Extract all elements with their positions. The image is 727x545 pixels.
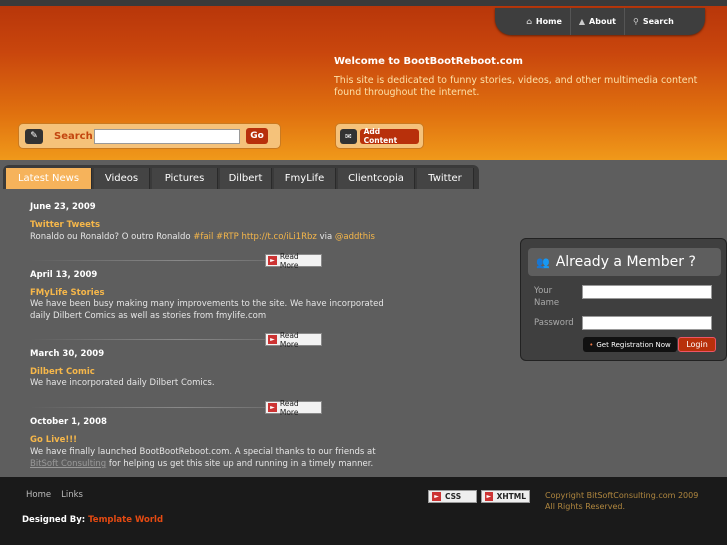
arrow-icon: ► [485,492,493,501]
search-input[interactable] [94,128,240,144]
footer-link-home[interactable]: Home [26,490,51,500]
css-badge[interactable]: ► CSS [428,490,477,503]
arrow-icon: ► [268,403,277,412]
welcome-text: This site is dedicated to funny stories,… [334,75,698,98]
bullet-icon: • [589,340,594,349]
tab-latest-news[interactable]: Latest News [6,168,92,189]
footer-link-links[interactable]: Links [61,490,83,500]
top-navigation: ⌂ Home ▲ About ⚲ Search [495,8,705,35]
member-header: 👥 Already a Member ? [528,248,721,276]
search-box: ✎ Search Go [18,123,281,149]
tab-clientcopia[interactable]: Clientcopia [338,168,415,189]
news-text: Ronaldo ou Ronaldo? O outro Ronaldo #fai… [30,232,375,242]
news-date: June 23, 2009 [30,202,96,212]
search-go-button[interactable]: Go [246,128,268,144]
read-more-button[interactable]: ► Read More [265,399,322,417]
tab-dilbert[interactable]: Dilbert [220,168,272,189]
search-icon: ✎ [25,128,43,144]
password-field[interactable] [582,316,712,330]
arrow-icon: ► [268,335,277,344]
welcome-title: Welcome to BootBootReboot.com [334,56,523,67]
member-login-panel: 👥 Already a Member ? Your Name Password … [520,238,727,361]
news-title[interactable]: Go Live!!! [30,435,77,445]
tab-videos[interactable]: Videos [94,168,150,189]
xhtml-badge[interactable]: ► XHTML [481,490,530,503]
add-content-box[interactable]: ✉ Add Content [335,123,424,149]
search-icon: ⚲ [632,17,639,26]
nav-about[interactable]: ▲ About [571,8,625,35]
name-field[interactable] [582,285,712,299]
home-icon: ⌂ [526,17,532,26]
news-user-link[interactable]: @addthis [335,232,375,242]
name-label: Your Name [534,286,560,308]
tab-pictures[interactable]: Pictures [152,168,218,189]
tab-twitter[interactable]: Twitter [417,168,474,189]
news-date: April 13, 2009 [30,270,98,280]
add-content-icon: ✉ [340,128,357,144]
login-button[interactable]: Login [678,337,716,352]
arrow-icon: ► [432,492,441,501]
news-text: We have been busy making many improvemen… [30,299,384,321]
news-title[interactable]: FMyLife Stories [30,288,105,298]
nav-home[interactable]: ⌂ Home [518,8,571,35]
news-date: March 30, 2009 [30,349,105,359]
register-button[interactable]: • Get Registration Now [583,337,677,352]
password-label: Password [534,318,574,328]
add-content-button[interactable]: Add Content [359,127,419,145]
footer-links: Home Links [26,490,83,500]
about-icon: ▲ [578,17,586,26]
users-icon: 👥 [536,255,550,269]
news-date: October 1, 2008 [30,417,107,427]
tab-fmylife[interactable]: FmyLife [274,168,336,189]
search-label: Search [54,130,93,142]
nav-search[interactable]: ⚲ Search [625,8,682,35]
read-more-button[interactable]: ► Read More [265,331,322,349]
designed-by: Designed By: Template World [22,515,164,525]
news-title[interactable]: Dilbert Comic [30,367,95,377]
copyright: Copyright BitSoftConsulting.com 2009 All … [545,491,699,511]
bitsoft-link[interactable]: BitSoft Consulting [30,459,106,469]
read-more-button[interactable]: ► Read More [265,252,322,270]
arrow-icon: ► [268,256,277,265]
tab-bar: Latest News Videos Pictures Dilbert FmyL… [3,165,479,189]
news-text: We have finally launched BootBootReboot.… [30,447,376,469]
news-title[interactable]: Twitter Tweets [30,220,100,230]
designer-link[interactable]: Template World [88,515,163,525]
news-link[interactable]: http://t.co/iLi1Rbz [241,232,316,242]
news-text: We have incorporated daily Dilbert Comic… [30,378,215,388]
member-title: Already a Member ? [555,254,696,270]
